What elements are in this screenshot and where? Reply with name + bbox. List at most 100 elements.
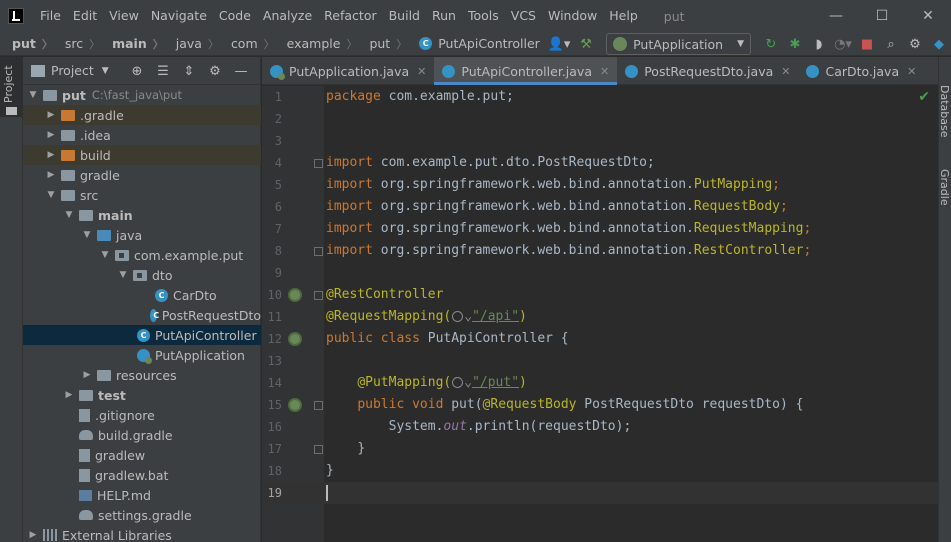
close-icon[interactable]: ✕ [600,65,609,78]
fold-icon[interactable] [314,401,323,410]
tree-item-settings-gradle[interactable]: settings.gradle [23,505,261,525]
tree-item-java[interactable]: ▼ java [23,225,261,245]
chevron-down-icon[interactable]: ▼ [117,270,129,280]
chevron-right-icon[interactable]: ▶ [27,530,39,540]
menu-code[interactable]: Code [213,0,257,32]
tree-item-put[interactable]: ▼ put C:\fast_java\put [23,85,261,105]
expand-all-icon[interactable]: ☰ [150,61,176,81]
tree-item-main[interactable]: ▼ main [23,205,261,225]
tree-item-postrequestdto[interactable]: PostRequestDto [23,305,261,325]
tree-item-cardto[interactable]: CarDto [23,285,261,305]
menu-build[interactable]: Build [383,0,426,32]
spring-bean-gutter-icon[interactable] [288,288,302,302]
web-globe-icon[interactable] [452,311,464,322]
tree-item-package[interactable]: ▼ com.example.put [23,245,261,265]
project-tool-tab[interactable]: Project [0,57,23,117]
menu-file[interactable]: File [34,0,67,32]
breadcrumb-example[interactable]: example 〉 [275,36,358,52]
close-button[interactable]: ✕ [905,0,951,32]
fold-icon[interactable] [314,291,323,300]
chevron-right-icon[interactable]: ▶ [45,130,57,140]
breadcrumb-main[interactable]: main 〉 [100,36,164,52]
tree-item-build-gradle[interactable]: build.gradle [23,425,261,445]
profile-icon[interactable]: ◔▾ [831,32,855,56]
menu-navigate[interactable]: Navigate [145,0,213,32]
tree-item-external-libraries[interactable]: ▶ External Libraries [23,525,261,542]
chevron-right-icon[interactable]: ▶ [63,390,75,400]
user-icon[interactable]: 👤▾ [544,32,574,56]
tree-item-build[interactable]: ▶ build [23,145,261,165]
tree-item-gradlew[interactable]: gradlew [23,445,261,465]
menu-analyze[interactable]: Analyze [257,0,318,32]
chevron-right-icon[interactable]: ▶ [81,370,93,380]
chevron-right-icon[interactable]: ▶ [45,170,57,180]
tree-item-help-md[interactable]: HELP.md [23,485,261,505]
menu-tools[interactable]: Tools [462,0,505,32]
tab-putapplication[interactable]: PutApplication.java ✕ [262,57,434,85]
code-editor[interactable]: ✔ 1 package com.example.put; 2 3 4 import … [262,86,938,542]
menu-window[interactable]: Window [542,0,603,32]
tab-cardto[interactable]: CarDto.java ✕ [798,57,924,85]
menu-vcs[interactable]: VCS [505,0,542,32]
breadcrumb-src[interactable]: src 〉 [53,36,100,52]
tree-item-idea[interactable]: ▶ .idea [23,125,261,145]
breadcrumb-com[interactable]: com 〉 [219,36,275,52]
spring-bean-gutter-icon[interactable] [288,332,302,346]
breadcrumb-put[interactable]: put 〉 [0,36,53,52]
fold-icon[interactable] [314,247,323,256]
menu-run[interactable]: Run [426,0,462,32]
chevron-down-icon[interactable]: ▼ [81,230,93,240]
database-tool-tab[interactable]: Database [938,85,951,138]
menu-refactor[interactable]: Refactor [318,0,382,32]
chevron-down-icon[interactable]: ▼ [99,250,111,260]
spring-endpoint-gutter-icon[interactable] [288,398,302,412]
menu-help[interactable]: Help [603,0,644,32]
project-panel-title[interactable]: Project [51,63,94,78]
tab-putapicontroller[interactable]: PutApiController.java ✕ [434,57,618,85]
locate-target-icon[interactable]: ⊕ [124,61,150,81]
menu-edit[interactable]: Edit [67,0,103,32]
breadcrumb-put-package[interactable]: put 〉 [357,36,407,52]
breadcrumb-putapicontroller[interactable]: C PutApiController [407,36,540,51]
tree-item-putapplication[interactable]: PutApplication [23,345,261,365]
tree-item-gradle[interactable]: ▶ gradle [23,165,261,185]
panel-settings-gear-icon[interactable]: ⚙ [202,61,228,81]
tree-item-test[interactable]: ▶ test [23,385,261,405]
close-icon[interactable]: ✕ [781,65,790,78]
settings-gear-icon[interactable]: ⚙ [903,32,927,56]
tree-item-resources[interactable]: ▶ resources [23,365,261,385]
chevron-down-icon[interactable]: ⌄ [464,375,472,390]
fold-icon[interactable] [314,159,323,168]
hide-panel-icon[interactable]: — [228,61,254,81]
tree-item-gradle-hidden[interactable]: ▶ .gradle [23,105,261,125]
close-icon[interactable]: ✕ [417,65,426,78]
tree-item-gradlew-bat[interactable]: gradlew.bat [23,465,261,485]
web-globe-icon[interactable] [452,377,464,388]
rerun-icon[interactable]: ↻ [759,32,783,56]
chevron-down-icon[interactable]: ▼ [45,190,57,200]
fold-icon[interactable] [314,445,323,454]
collapse-all-icon[interactable]: ⇕ [176,61,202,81]
gradle-tool-tab[interactable]: Gradle [938,169,951,206]
tree-item-putapicontroller[interactable]: PutApiController [23,325,261,345]
chevron-down-icon[interactable]: ▼ [27,90,39,100]
tab-postrequestdto[interactable]: PostRequestDto.java ✕ [617,57,798,85]
minimize-button[interactable]: — [813,0,859,32]
tree-item-gitignore[interactable]: .gitignore [23,405,261,425]
chevron-down-icon[interactable]: ▼ [102,66,109,76]
chevron-right-icon[interactable]: ▶ [45,150,57,160]
tree-item-src[interactable]: ▼ src [23,185,261,205]
chevron-down-icon[interactable]: ▼ [63,210,75,220]
run-configuration-select[interactable]: PutApplication ▼ [606,33,751,55]
tree-item-dto[interactable]: ▼ dto [23,265,261,285]
ide-updates-icon[interactable]: ◆ [927,32,951,56]
breadcrumb-java[interactable]: java 〉 [164,36,219,52]
menu-view[interactable]: View [103,0,145,32]
search-icon[interactable]: ⌕ [879,32,903,56]
build-hammer-icon[interactable]: ⚒ [574,32,598,56]
chevron-right-icon[interactable]: ▶ [45,110,57,120]
close-icon[interactable]: ✕ [907,65,916,78]
stop-icon[interactable]: ■ [855,32,879,56]
coverage-icon[interactable]: ◗ [807,32,831,56]
debug-icon[interactable]: ✱ [783,32,807,56]
